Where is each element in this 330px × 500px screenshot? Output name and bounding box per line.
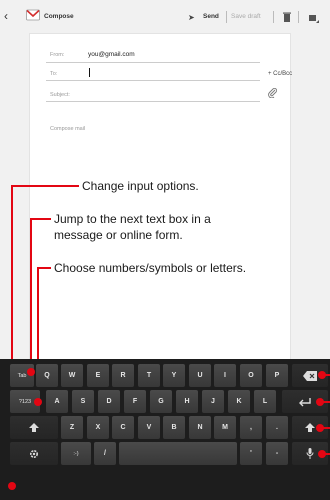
- key-hyphen[interactable]: -: [266, 442, 288, 465]
- key-a[interactable]: A: [46, 390, 68, 413]
- key-g[interactable]: G: [150, 390, 172, 413]
- key-z[interactable]: Z: [61, 416, 83, 439]
- key-o[interactable]: O: [240, 364, 262, 387]
- key-smiley[interactable]: :-): [61, 442, 91, 465]
- page-title: Compose: [44, 13, 74, 20]
- space-key[interactable]: [119, 442, 237, 465]
- attach-paperclip-icon[interactable]: [268, 88, 278, 98]
- callout-dot-symbols: [34, 398, 42, 406]
- key-v[interactable]: V: [138, 416, 160, 439]
- to-label: To:: [50, 71, 58, 77]
- callout-dot-backspace: [318, 371, 326, 379]
- send-icon[interactable]: ➤: [188, 13, 195, 22]
- from-field[interactable]: you@gmail.com: [88, 51, 135, 58]
- key-y[interactable]: Y: [163, 364, 185, 387]
- key-f[interactable]: F: [124, 390, 146, 413]
- microphone-icon: [306, 448, 314, 459]
- callout-dot-input-options: [8, 482, 16, 490]
- callout-dot-voice: [318, 450, 326, 458]
- key-slash[interactable]: /: [94, 442, 116, 465]
- callout-line-input-options-h: [11, 185, 79, 187]
- gmail-logo-icon[interactable]: [26, 9, 40, 21]
- compose-body-input[interactable]: Compose mail: [50, 126, 85, 132]
- send-button[interactable]: Send: [203, 13, 219, 20]
- save-draft-button[interactable]: Save draft: [231, 13, 261, 20]
- shift-icon: [29, 423, 39, 432]
- key-comma[interactable]: ,: [240, 416, 262, 439]
- key-s[interactable]: S: [72, 390, 94, 413]
- to-underline: [46, 80, 260, 81]
- trash-icon[interactable]: [283, 12, 291, 22]
- callout-dot-enter: [316, 398, 324, 406]
- enter-icon: [299, 397, 311, 406]
- key-i[interactable]: I: [214, 364, 236, 387]
- backspace-icon: [303, 370, 317, 381]
- from-underline: [46, 62, 260, 63]
- key-r[interactable]: R: [112, 364, 134, 387]
- divider: [298, 11, 299, 23]
- to-field[interactable]: [89, 68, 90, 77]
- callout-line-symbols-h: [37, 267, 51, 269]
- callout-input-options: Change input options.: [82, 179, 199, 193]
- settings-gear-icon: [29, 449, 39, 458]
- key-l[interactable]: L: [254, 390, 276, 413]
- left-gutter: [0, 34, 30, 389]
- divider: [273, 11, 274, 23]
- back-chevron-icon[interactable]: ‹: [4, 9, 8, 23]
- key-apostrophe[interactable]: ': [240, 442, 262, 465]
- key-x[interactable]: X: [87, 416, 109, 439]
- divider: [226, 11, 227, 23]
- key-u[interactable]: U: [189, 364, 211, 387]
- callout-line-tab: [30, 218, 32, 371]
- key-t[interactable]: T: [138, 364, 160, 387]
- callout-dot-shift: [316, 424, 324, 432]
- callout-next-text-box-line1: Jump to the next text box in a: [54, 212, 211, 226]
- shift-key-left[interactable]: [10, 416, 58, 439]
- subject-label: Subject:: [50, 92, 70, 98]
- key-c[interactable]: C: [112, 416, 134, 439]
- key-w[interactable]: W: [61, 364, 83, 387]
- key-e[interactable]: E: [87, 364, 109, 387]
- key-j[interactable]: J: [202, 390, 224, 413]
- subject-field[interactable]: [46, 101, 260, 102]
- callout-numbers-symbols: Choose numbers/symbols or letters.: [54, 261, 247, 275]
- key-b[interactable]: B: [163, 416, 185, 439]
- key-m[interactable]: M: [214, 416, 236, 439]
- input-options-key[interactable]: [10, 442, 58, 465]
- key-n[interactable]: N: [189, 416, 211, 439]
- key-q[interactable]: Q: [36, 364, 58, 387]
- callout-next-text-box-line2: message or online form.: [54, 228, 183, 242]
- key-d[interactable]: D: [98, 390, 120, 413]
- right-gutter: [290, 34, 330, 389]
- cc-bcc-button[interactable]: + Cc/Bcc: [268, 71, 292, 77]
- shift-icon: [305, 423, 315, 432]
- from-label: From:: [50, 52, 65, 58]
- key-k[interactable]: K: [228, 390, 250, 413]
- overflow-menu-icon[interactable]: [309, 13, 319, 23]
- callout-dot-tab: [27, 368, 35, 376]
- key-period[interactable]: .: [266, 416, 288, 439]
- callout-line-tab-h: [30, 218, 51, 220]
- key-h[interactable]: H: [176, 390, 198, 413]
- key-p[interactable]: P: [266, 364, 288, 387]
